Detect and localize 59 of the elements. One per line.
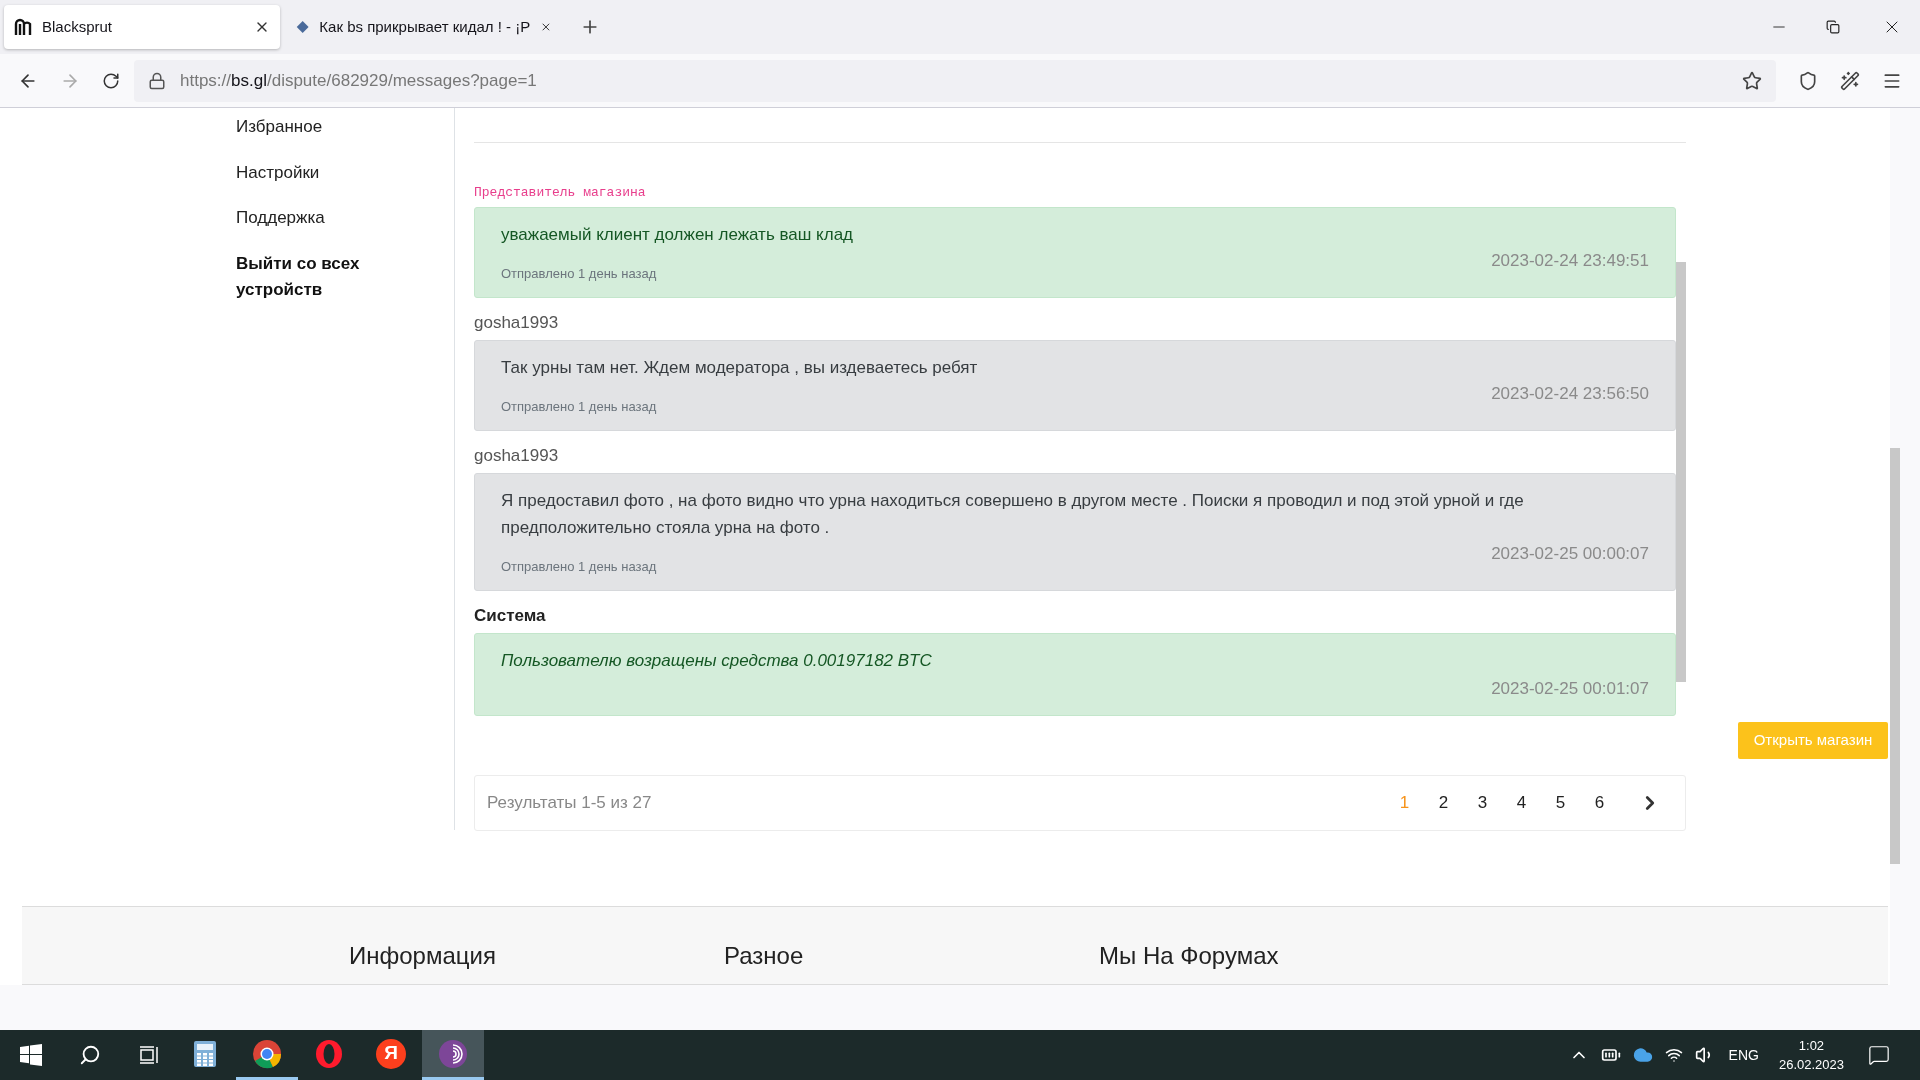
message-author: gosha1993	[474, 312, 560, 334]
calculator-icon[interactable]	[193, 1039, 217, 1068]
task-view-icon[interactable]	[138, 1044, 160, 1066]
message-text: уважаемый клиент должен лежать ваш клад	[501, 223, 855, 246]
windows-icon[interactable]	[20, 1044, 42, 1066]
message-time: 2023-02-25 00:00:07	[1491, 542, 1649, 565]
results-summary: Результаты 1-5 из 27	[487, 792, 653, 815]
url-text: https://bs.gl/dispute/682929/messages?page=1	[180, 69, 537, 92]
diamond-icon	[296, 18, 310, 36]
page-link[interactable]: 5	[1541, 790, 1580, 816]
clock-time: 1:02	[1798, 1037, 1825, 1055]
clock-date: 26.02.2023	[1778, 1056, 1844, 1074]
footer-heading: Мы На Форумах	[1099, 941, 1279, 971]
message-text: Я предоставил фото , на фото видно что урна находиться совершено в другом месте . Поиски я проводил и под этой урной и где предположительно стояла урна на фото .	[501, 489, 1525, 539]
restore-icon[interactable]	[1826, 20, 1840, 34]
browser-tab[interactable]: Как bs прикрывает кидал ! - ¡P	[286, 5, 562, 49]
notifications-icon[interactable]	[1868, 1044, 1890, 1066]
tab-title: Blacksprut	[42, 16, 114, 37]
search-icon[interactable]	[79, 1044, 101, 1066]
reload-icon[interactable]	[102, 71, 120, 90]
page-link[interactable]: 3	[1463, 790, 1502, 816]
message-time: 2023-02-24 23:49:51	[1491, 249, 1649, 272]
browser-tab[interactable]: Blacksprut	[4, 5, 280, 49]
bookmark-star-icon[interactable]	[1742, 70, 1762, 91]
message-text: Так урны там нет. Ждем модератора , вы издеваетесь ребят	[501, 356, 979, 379]
cloud-icon[interactable]	[1632, 1045, 1653, 1065]
message-author: gosha1993	[474, 445, 560, 467]
clock[interactable]: 1:02 26.02.2023	[1778, 1036, 1844, 1074]
message-author: Представитель магазина	[474, 184, 647, 202]
chrome-icon[interactable]	[252, 1038, 282, 1069]
sidebar-link[interactable]: Выйти со всех устройств	[236, 250, 376, 303]
taskbar-app[interactable]: Я	[360, 1030, 422, 1080]
message-text: Пользователю возращены средства 0.00197182 BTC	[501, 649, 933, 672]
address-bar[interactable]: https://bs.gl/dispute/682929/messages?page=1	[134, 59, 1776, 102]
page-scrollbar-thumb[interactable]	[1890, 448, 1900, 864]
footer-heading: Разное	[724, 941, 805, 971]
sent-label: Отправлено 1 день назад	[501, 264, 657, 283]
footer-heading: Информация	[349, 941, 497, 971]
opera-icon[interactable]	[315, 1038, 343, 1069]
page-link[interactable]: 6	[1580, 790, 1619, 816]
sidebar-link[interactable]: Поддержка	[236, 205, 454, 231]
page-link[interactable]: 2	[1424, 790, 1463, 816]
sent-label: Отправлено 1 день назад	[501, 397, 657, 416]
message-time: 2023-02-25 00:01:07	[1491, 677, 1649, 700]
wifi-icon[interactable]	[1664, 1046, 1683, 1064]
sidebar-link[interactable]: Избранное	[236, 114, 454, 140]
message-time: 2023-02-24 23:56:50	[1491, 382, 1649, 405]
language-indicator[interactable]: ENG	[1728, 1044, 1759, 1066]
logo-icon	[14, 18, 32, 36]
lock-icon	[148, 71, 166, 90]
sent-label: Отправлено 1 день назад	[501, 557, 657, 576]
page-link[interactable]: 4	[1502, 790, 1541, 816]
tab-title: Как bs прикрывает кидал ! - ¡P	[319, 16, 531, 37]
message-author: Система	[474, 605, 547, 627]
shield-icon[interactable]	[1798, 70, 1818, 91]
sidebar-link[interactable]: Настройки	[236, 159, 454, 185]
scrollbar-thumb[interactable]	[1676, 262, 1686, 682]
yandex-icon[interactable]: Я	[376, 1038, 406, 1069]
onion-icon[interactable]	[438, 1038, 468, 1069]
